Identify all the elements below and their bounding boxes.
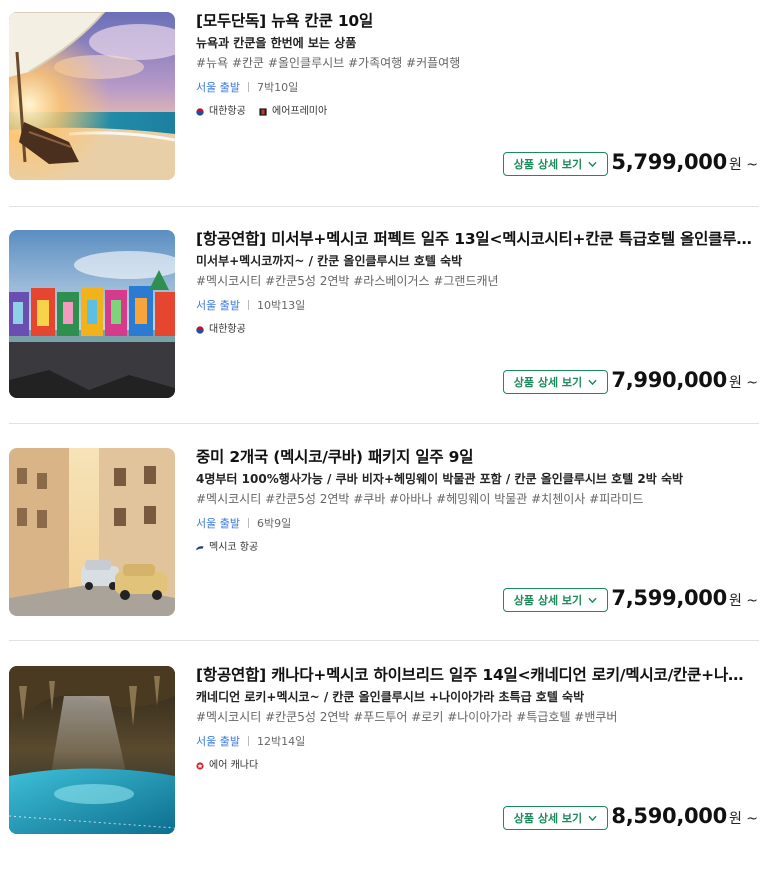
product-detail-button[interactable]: 상품 상세 보기	[503, 370, 608, 394]
product-detail-button[interactable]: 상품 상세 보기	[503, 806, 608, 830]
airline-item: 에어프레미아	[259, 105, 327, 119]
product-info: [모두단독] 뉴욕 칸쿤 10일 뉴욕과 칸쿤을 한번에 보는 상품 #뉴욕 #…	[196, 10, 756, 121]
card-divider	[9, 206, 759, 207]
korean-air-logo-icon	[196, 326, 204, 334]
product-meta: 서울 출발 7박10일	[196, 80, 756, 96]
trip-duration: 12박14일	[256, 735, 306, 748]
product-meta: 서울 출발 12박14일	[196, 734, 756, 750]
trip-duration: 6박9일	[256, 517, 292, 530]
product-price: 7,990,000 원 ~	[611, 368, 758, 396]
product-image-havana-street[interactable]	[9, 448, 175, 616]
price-amount: 5,799,000	[611, 150, 727, 174]
chevron-down-icon	[588, 161, 597, 167]
product-detail-button[interactable]: 상품 상세 보기	[503, 152, 608, 176]
product-info: 중미 2개국 (멕시코/쿠바) 패키지 일주 9일 4명부터 100%행사가능 …	[196, 446, 756, 557]
product-image-beach[interactable]	[9, 12, 175, 180]
product-title[interactable]: 중미 2개국 (멕시코/쿠바) 패키지 일주 9일	[196, 446, 752, 468]
product-title[interactable]: [모두단독] 뉴욕 칸쿤 10일	[196, 10, 752, 32]
airline-list: 멕시코 항공	[196, 541, 756, 557]
product-list: [모두단독] 뉴욕 칸쿤 10일 뉴욕과 칸쿤을 한번에 보는 상품 #뉴욕 #…	[0, 0, 772, 834]
product-tags: #멕시코시티 #칸쿤5성 2연박 #푸드투어 #로키 #나이아가라 #특급호텔 …	[196, 710, 618, 724]
product-detail-button[interactable]: 상품 상세 보기	[503, 588, 608, 612]
product-price: 8,590,000 원 ~	[611, 804, 758, 832]
airline-list: 대한항공	[196, 323, 756, 339]
product-meta: 서울 출발 6박9일	[196, 516, 756, 532]
detail-button-label: 상품 상세 보기	[513, 158, 583, 171]
trip-duration: 10박13일	[256, 299, 306, 312]
product-subtitle: 뉴욕과 칸쿤을 한번에 보는 상품	[196, 36, 357, 50]
airline-item: 대한항공	[196, 323, 246, 337]
product-subtitle: 4명부터 100%행사가능 / 쿠바 비자+헤밍웨이 박물관 포함 / 칸쿤 올…	[196, 472, 684, 486]
air-canada-logo-icon	[196, 762, 204, 770]
airline-list: 대한항공 에어프레미아	[196, 105, 756, 121]
product-info: [항공연합] 미서부+멕시코 퍼펙트 일주 13일<멕시코시티+칸쿤 특급호텔 …	[196, 228, 756, 339]
price-amount: 7,990,000	[611, 368, 727, 392]
detail-button-label: 상품 상세 보기	[513, 812, 583, 825]
airline-item: 에어 캐나다	[196, 759, 258, 773]
product-price: 5,799,000 원 ~	[611, 150, 758, 178]
price-unit: 원 ~	[728, 157, 758, 173]
meta-divider	[247, 82, 249, 92]
airline-item: 멕시코 항공	[196, 541, 258, 555]
price-unit: 원 ~	[728, 375, 758, 391]
aeromexico-logo-icon	[196, 546, 204, 551]
product-image-cancun-sign[interactable]	[9, 230, 175, 398]
product-price: 7,599,000 원 ~	[611, 586, 758, 614]
korean-air-logo-icon	[196, 108, 204, 116]
product-subtitle: 캐네디언 로키+멕시코~ / 칸쿤 올인클루시브 +나이아가라 초특급 호텔 숙…	[196, 690, 585, 704]
price-unit: 원 ~	[728, 811, 758, 827]
product-image-cenote[interactable]	[9, 666, 175, 834]
price-amount: 7,599,000	[611, 586, 727, 610]
product-title[interactable]: [항공연합] 미서부+멕시코 퍼펙트 일주 13일<멕시코시티+칸쿤 특급호텔 …	[196, 228, 752, 250]
airline-list: 에어 캐나다	[196, 759, 756, 775]
airline-name: 대한항공	[209, 324, 246, 335]
detail-button-label: 상품 상세 보기	[513, 376, 583, 389]
product-subtitle: 미서부+멕시코까지~ / 칸쿤 올인클루시브 호텔 숙박	[196, 254, 463, 268]
product-card[interactable]: [항공연합] 미서부+멕시코 퍼펙트 일주 13일<멕시코시티+칸쿤 특급호텔 …	[0, 218, 772, 436]
product-tags: #멕시코시티 #칸쿤5성 2연박 #쿠바 #아바나 #헤밍웨이 박물관 #치첸이…	[196, 492, 644, 506]
card-divider	[9, 640, 759, 641]
meta-divider	[247, 736, 249, 746]
chevron-down-icon	[588, 379, 597, 385]
meta-divider	[247, 518, 249, 528]
product-card[interactable]: [항공연합] 캐나다+멕시코 하이브리드 일주 14일<캐네디언 로키/멕시코/…	[0, 654, 772, 872]
card-divider	[9, 423, 759, 424]
price-unit: 원 ~	[728, 593, 758, 609]
meta-divider	[247, 300, 249, 310]
departure-city: 서울 출발	[196, 81, 240, 94]
chevron-down-icon	[588, 597, 597, 603]
airline-name: 에어프레미아	[272, 106, 328, 117]
product-card[interactable]: 중미 2개국 (멕시코/쿠바) 패키지 일주 9일 4명부터 100%행사가능 …	[0, 436, 772, 654]
chevron-down-icon	[588, 815, 597, 821]
product-tags: #뉴욕 #칸쿤 #올인클루시브 #가족여행 #커플여행	[196, 56, 461, 70]
product-meta: 서울 출발 10박13일	[196, 298, 756, 314]
detail-button-label: 상품 상세 보기	[513, 594, 583, 607]
departure-city: 서울 출발	[196, 517, 240, 530]
departure-city: 서울 출발	[196, 299, 240, 312]
airline-name: 멕시코 항공	[209, 542, 259, 553]
product-tags: #멕시코시티 #칸쿤5성 2연박 #라스베이거스 #그랜드캐년	[196, 274, 499, 288]
price-amount: 8,590,000	[611, 804, 727, 828]
product-card[interactable]: [모두단독] 뉴욕 칸쿤 10일 뉴욕과 칸쿤을 한번에 보는 상품 #뉴욕 #…	[0, 0, 772, 218]
airline-name: 에어 캐나다	[209, 760, 259, 771]
airline-name: 대한항공	[209, 106, 246, 117]
trip-duration: 7박10일	[256, 81, 299, 94]
air-premia-logo-icon	[259, 108, 267, 116]
product-title[interactable]: [항공연합] 캐나다+멕시코 하이브리드 일주 14일<캐네디언 로키/멕시코/…	[196, 664, 752, 686]
product-info: [항공연합] 캐나다+멕시코 하이브리드 일주 14일<캐네디언 로키/멕시코/…	[196, 664, 756, 775]
airline-item: 대한항공	[196, 105, 246, 119]
departure-city: 서울 출발	[196, 735, 240, 748]
